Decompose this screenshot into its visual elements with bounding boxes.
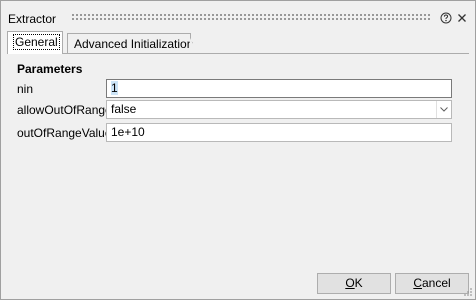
- out-of-range-value-text: 1e+10: [111, 125, 145, 139]
- tab-general[interactable]: General: [7, 31, 63, 54]
- window-title: Extractor: [8, 12, 57, 26]
- general-panel: Parameters nin 1 allowOutOfRange false o…: [7, 53, 469, 264]
- nin-label: nin: [17, 82, 34, 96]
- allow-out-of-range-value: false: [111, 102, 137, 116]
- tab-advanced-label: Advanced Initialization: [74, 37, 194, 51]
- close-icon[interactable]: [456, 12, 468, 24]
- tab-strip: General Advanced Initialization: [7, 31, 471, 54]
- ok-label-rest: K: [354, 276, 363, 290]
- help-icon[interactable]: [440, 12, 452, 24]
- nin-input[interactable]: 1: [106, 79, 452, 98]
- extractor-dialog: Extractor General Advanced Initializatio…: [0, 0, 476, 300]
- cancel-mnemonic: C: [413, 276, 422, 290]
- chevron-down-icon: [440, 107, 448, 112]
- allow-out-of-range-label: allowOutOfRange: [17, 103, 112, 117]
- out-of-range-value-label: outOfRangeValue: [17, 126, 112, 140]
- resize-grip-icon[interactable]: [463, 287, 473, 297]
- allow-out-of-range-select[interactable]: false: [106, 100, 452, 119]
- nin-value: 1: [111, 81, 118, 95]
- tab-advanced-initialization[interactable]: Advanced Initialization: [67, 33, 198, 54]
- ok-button[interactable]: OK: [317, 273, 391, 294]
- drag-grip[interactable]: [71, 13, 431, 20]
- title-bar[interactable]: Extractor: [1, 1, 475, 27]
- cancel-label-rest: ancel: [421, 276, 451, 290]
- tab-general-label: General: [13, 34, 60, 50]
- ok-mnemonic: O: [345, 276, 355, 290]
- cancel-button[interactable]: Cancel: [395, 273, 469, 294]
- dropdown-button[interactable]: [436, 101, 451, 118]
- section-title: Parameters: [17, 62, 83, 76]
- out-of-range-value-input[interactable]: 1e+10: [106, 123, 452, 142]
